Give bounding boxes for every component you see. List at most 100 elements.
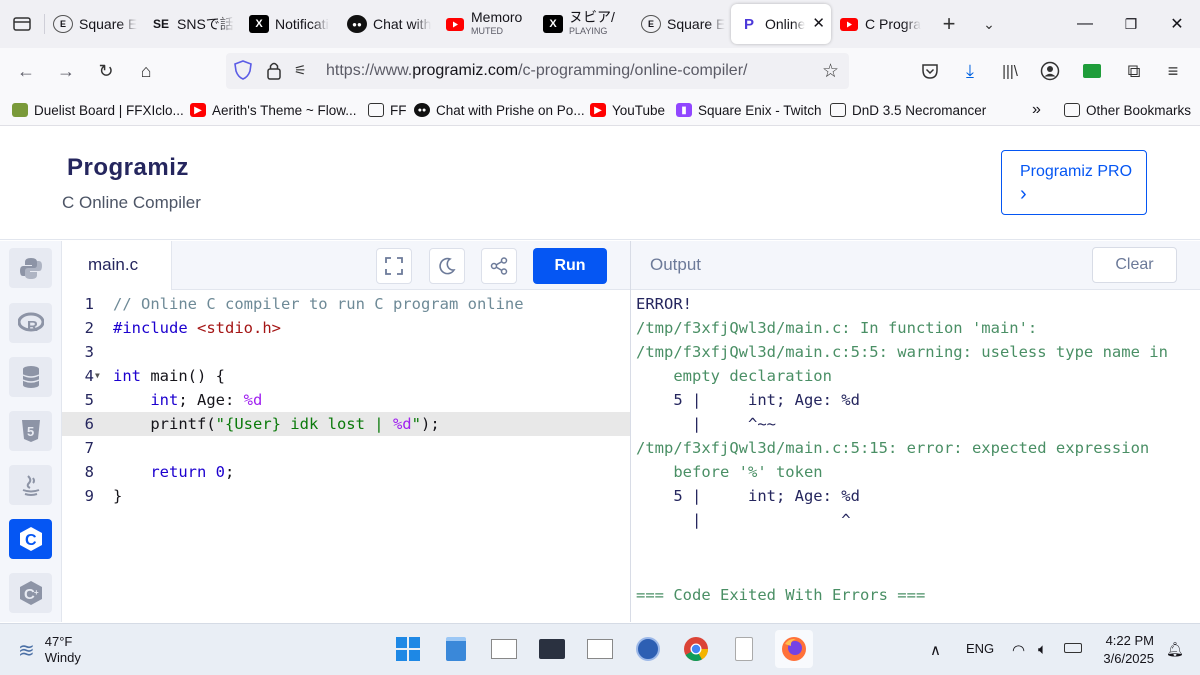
bookmark-duelist[interactable]: Duelist Board | FFXIclo...: [12, 101, 184, 119]
c-language-icon[interactable]: C: [9, 519, 52, 559]
bookmark-star-icon[interactable]: ☆: [822, 60, 839, 83]
close-tab-icon[interactable]: ✕: [812, 14, 825, 32]
download-icon[interactable]: ⤓: [958, 59, 982, 83]
url-text[interactable]: https://www.programiz.com/c-programming/…: [326, 62, 747, 80]
bookmark-youtube[interactable]: ▶ YouTube: [590, 101, 665, 119]
page-subtitle: C Online Compiler: [62, 193, 201, 212]
forward-arrow-icon[interactable]: →: [54, 59, 78, 83]
bookmark-chat-prishe[interactable]: ●● Chat with Prishe on Po...: [414, 101, 585, 119]
menu-icon[interactable]: ≡: [1161, 59, 1185, 83]
tab-square-enix-1[interactable]: E Square E: [45, 4, 143, 44]
x-icon: X: [249, 15, 269, 33]
declaration-line: int; Age: %d: [150, 391, 263, 409]
tab-chat[interactable]: ●● Chat with: [339, 4, 437, 44]
bookmarks-overflow-icon[interactable]: »: [1032, 101, 1041, 119]
square-enix-icon: E: [53, 15, 73, 33]
home-icon[interactable]: ⌂: [134, 59, 158, 83]
wifi-icon[interactable]: ◠: [1012, 641, 1025, 659]
output-line: /tmp/f3xfjQwl3d/main.c: In function 'mai…: [636, 319, 1038, 337]
app-window-icon[interactable]: [489, 634, 519, 664]
cpp-language-icon[interactable]: C +: [9, 573, 52, 613]
notepad-icon[interactable]: [441, 634, 471, 664]
language-sidebar: R 5 C C +: [0, 241, 62, 622]
code-editor[interactable]: 1// Online C compiler to run C program o…: [62, 291, 630, 622]
youtube-icon: [839, 14, 859, 34]
tab-square-enix-2[interactable]: E Square E: [633, 4, 731, 44]
share-icon[interactable]: [481, 248, 517, 284]
extensions-puzzle-icon[interactable]: ⧉: [1122, 59, 1146, 83]
tab-overflow-chevron-icon[interactable]: ⌄: [969, 16, 1009, 33]
tab-notifications[interactable]: X Notificati: [241, 4, 339, 44]
language-indicator[interactable]: ENG: [966, 641, 994, 656]
library-icon[interactable]: |||\: [998, 59, 1022, 83]
bookmark-other[interactable]: Other Bookmarks: [1064, 101, 1191, 119]
dark-mode-moon-icon[interactable]: [429, 248, 465, 284]
bookmark-dnd[interactable]: DnD 3.5 Necromancer: [830, 101, 986, 119]
tab-memoro[interactable]: Memoro MUTED: [437, 4, 535, 44]
notification-bell-icon[interactable]: 🔔︎: [1166, 641, 1184, 658]
fullscreen-icon[interactable]: [376, 248, 412, 284]
sql-database-icon[interactable]: [9, 357, 52, 397]
tab-c-programming[interactable]: C Progra: [831, 4, 929, 44]
folder-icon: [830, 103, 846, 117]
volume-icon[interactable]: 🔈︎: [1038, 641, 1047, 658]
svg-text:R: R: [27, 318, 38, 334]
tray-overflow-chevron-icon[interactable]: ∧: [930, 641, 941, 659]
fold-arrow-icon[interactable]: ▼: [95, 364, 100, 388]
folder-icon: [1064, 103, 1080, 117]
image-app-icon[interactable]: [585, 634, 615, 664]
output-line: 5 | int; Age: %d: [636, 487, 860, 505]
tab-nubia[interactable]: X ヌビア/PLAYING: [535, 4, 633, 44]
youtube-icon: [445, 14, 465, 34]
python-language-icon[interactable]: [9, 248, 52, 288]
programiz-logo[interactable]: Programiz: [62, 154, 189, 182]
weather-widget[interactable]: ≋ 47°F Windy: [18, 634, 81, 666]
battery-icon[interactable]: [1064, 641, 1082, 656]
bookmark-aerith[interactable]: ▶ Aerith's Theme ~ Flow...: [190, 101, 357, 119]
svg-text:+: +: [34, 588, 39, 597]
html5-icon[interactable]: 5: [9, 411, 52, 451]
clear-button[interactable]: Clear: [1092, 247, 1177, 283]
shield-icon[interactable]: [234, 60, 252, 85]
editor-toolbar: main.c Run: [62, 241, 630, 290]
minimize-window-button[interactable]: —: [1062, 15, 1108, 33]
tab-sns[interactable]: SE SNSで話: [143, 4, 241, 44]
clock[interactable]: 4:22 PM 3/6/2025: [1094, 632, 1154, 668]
browser-tab-bar: E Square E SE SNSで話 X Notificati ●● Chat wit…: [0, 0, 1200, 48]
output-line: empty declaration: [636, 367, 832, 385]
firefox-icon[interactable]: [775, 630, 813, 668]
programiz-pro-button[interactable]: Programiz PRO ›: [1001, 150, 1147, 215]
tab-online-compiler[interactable]: P Online ✕: [731, 4, 831, 44]
output-line: | ^: [636, 511, 851, 529]
r-language-icon[interactable]: R: [9, 303, 52, 343]
file-icon[interactable]: [729, 634, 759, 664]
include-directive: #include <stdio.h>: [113, 319, 281, 337]
close-window-button[interactable]: ✕: [1154, 14, 1200, 34]
duelist-icon: [12, 103, 28, 117]
output-console: ERROR! /tmp/f3xfjQwl3d/main.c: In functi…: [631, 291, 1200, 622]
code-line-active: 6 printf("{User} idk lost | %d");: [62, 412, 630, 436]
output-line: 5 | int; Age: %d: [636, 391, 860, 409]
new-tab-button[interactable]: +: [929, 11, 969, 37]
tab-list-icon[interactable]: [0, 4, 44, 44]
start-windows-icon[interactable]: [393, 634, 423, 664]
bookmark-twitch[interactable]: ▮ Square Enix - Twitch: [676, 101, 822, 119]
bookmark-ff[interactable]: FF: [368, 101, 407, 119]
back-arrow-icon[interactable]: ←: [14, 59, 38, 83]
account-icon[interactable]: [1038, 59, 1062, 83]
network-globe-icon[interactable]: [633, 634, 663, 664]
permissions-icon[interactable]: ⚟: [294, 62, 307, 79]
pocket-icon[interactable]: [918, 59, 942, 83]
code-line: 8 return 0;: [62, 460, 630, 484]
lock-icon[interactable]: [266, 61, 282, 85]
run-button[interactable]: Run: [533, 248, 607, 284]
restore-window-button[interactable]: ❐: [1108, 16, 1154, 33]
chrome-icon[interactable]: [681, 634, 711, 664]
url-bar[interactable]: ⚟ https://www.programiz.com/c-programmin…: [226, 53, 849, 89]
code-line: 3: [84, 343, 94, 361]
reload-icon[interactable]: ↻: [94, 59, 118, 83]
extension-green-icon[interactable]: [1080, 59, 1104, 83]
game-app-icon[interactable]: [537, 634, 567, 664]
java-icon[interactable]: [9, 465, 52, 505]
file-tab-main-c[interactable]: main.c: [62, 241, 172, 290]
